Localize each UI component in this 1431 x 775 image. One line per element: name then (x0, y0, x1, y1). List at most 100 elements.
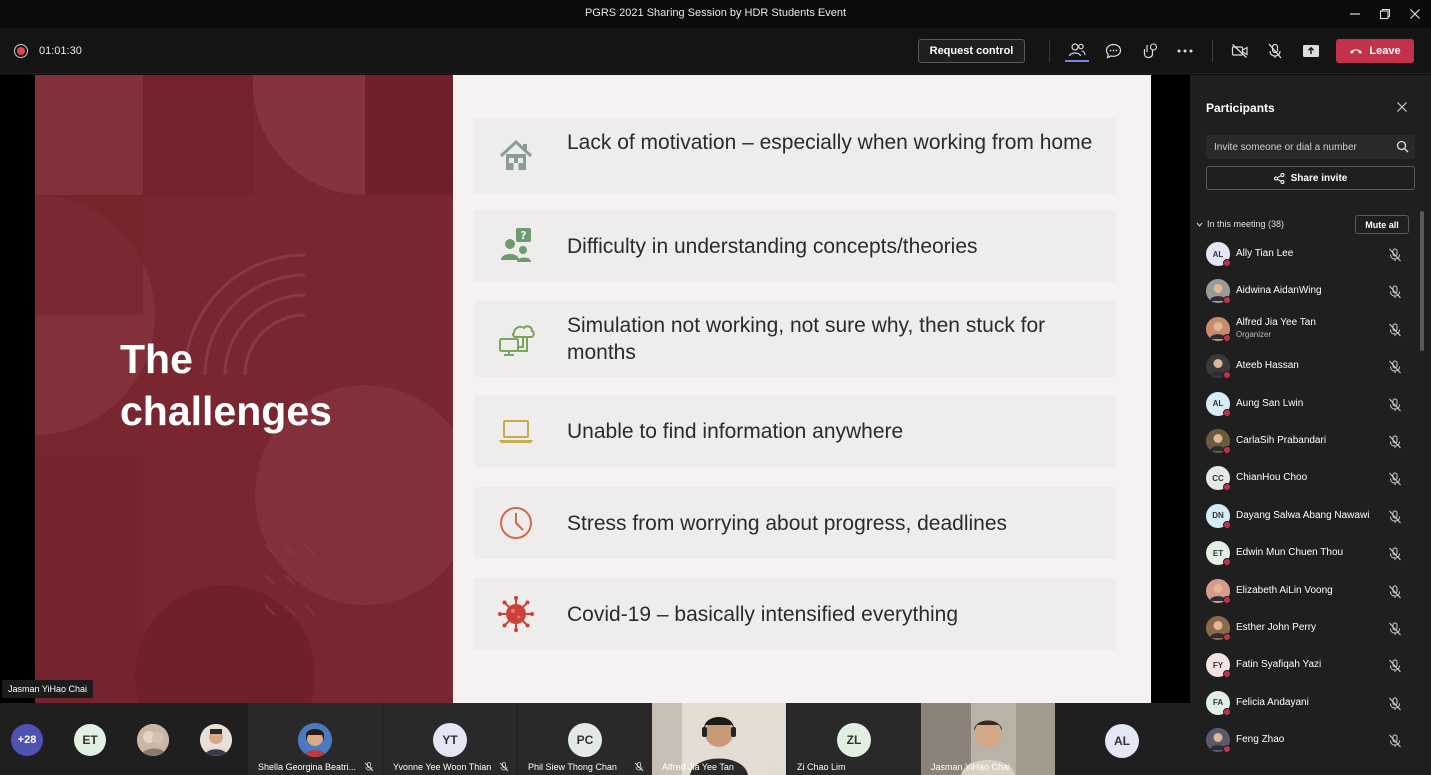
mic-off-icon[interactable] (1388, 398, 1402, 412)
camera-off-icon[interactable] (1228, 40, 1252, 62)
participant-row[interactable]: FY Fatin Syafiqah Yazi (1190, 648, 1422, 685)
mic-off-icon[interactable] (1263, 40, 1287, 62)
presence-status-icon (1223, 633, 1231, 641)
leave-button[interactable]: Leave (1336, 39, 1414, 63)
presence-status-icon (1223, 558, 1231, 567)
participant-row[interactable]: CC ChianHou Choo (1190, 461, 1422, 498)
slide-title-line: The (120, 336, 193, 382)
participant-avatar: PC (568, 723, 602, 757)
presentation-slide: The challenges Lack of motivation – espe… (35, 75, 1151, 703)
avatar-photo (200, 724, 232, 756)
participant-name: Elizabeth AiLin Voong (1236, 584, 1333, 596)
mic-off-icon[interactable] (1388, 585, 1402, 599)
restore-icon[interactable] (1371, 4, 1399, 24)
slide-title-line: challenges (120, 388, 332, 434)
participant-row[interactable]: Esther John Perry (1190, 611, 1422, 648)
panel-title: Participants (1206, 101, 1275, 115)
challenge-text: Lack of motivation – especially when wor… (567, 131, 1093, 154)
slide-content-panel: Lack of motivation – especially when wor… (453, 75, 1151, 703)
share-invite-button[interactable]: Share invite (1206, 166, 1415, 190)
participant-avatar[interactable]: ET (74, 724, 106, 756)
mic-off-icon[interactable] (1388, 360, 1402, 374)
participant-row[interactable]: CarlaSih Prabandari (1190, 424, 1422, 461)
participant-row[interactable]: Elizabeth AiLin Voong (1190, 574, 1422, 611)
mic-off-icon[interactable] (1388, 734, 1402, 748)
close-icon[interactable] (1401, 4, 1429, 24)
share-icon (1273, 172, 1285, 184)
video-tile[interactable]: YT Yvonne Yee Woon Thian (383, 703, 517, 775)
video-tile-name: Yvonne Yee Woon Thian (393, 762, 492, 772)
participant-avatar[interactable]: AL (1105, 724, 1139, 758)
participant-avatar[interactable] (200, 724, 232, 756)
presenter-name-tag: Jasman YiHao Chai (2, 680, 94, 698)
participant-row[interactable]: DN Dayang Salwa Abang Nawawi (1190, 499, 1422, 536)
recording-icon (14, 44, 28, 58)
question-people-icon: ? (501, 228, 531, 262)
participant-name: Ateeb Hassan (1236, 360, 1299, 372)
participant-avatar[interactable] (137, 724, 169, 756)
share-screen-icon[interactable] (1299, 40, 1323, 62)
challenge-text: Stress from worrying about progress, dea… (567, 512, 1008, 535)
mic-off-icon[interactable] (1388, 472, 1402, 486)
cloud-computer-icon (499, 325, 535, 356)
participant-row[interactable]: Ateeb Hassan (1190, 349, 1422, 386)
mic-off-icon[interactable] (1388, 659, 1402, 673)
participant-row[interactable]: FA Felicia Andayani (1190, 686, 1422, 723)
video-tile[interactable]: Jasman YiHao Chai (921, 703, 1055, 775)
challenge-item: Unable to find information anywhere (474, 395, 1116, 467)
more-options-icon[interactable] (1173, 40, 1197, 62)
video-tile[interactable]: Alfred Jia Yee Tan (652, 703, 786, 775)
participant-name: Edwin Mun Chuen Thou (1236, 547, 1344, 559)
svg-text:?: ? (520, 229, 526, 242)
chevron-down-icon (1196, 222, 1203, 227)
search-icon[interactable] (1396, 140, 1409, 153)
presence-status-icon (1223, 333, 1231, 342)
chat-icon[interactable] (1101, 40, 1125, 62)
participant-name: CarlaSih Prabandari (1236, 435, 1327, 446)
challenge-item: Covid-19 – basically intensified everyth… (474, 578, 1116, 650)
participants-panel: Participants Share invite In this meetin… (1190, 75, 1431, 775)
window-title: PGRS 2021 Sharing Session by HDR Student… (584, 7, 847, 19)
mic-off-icon[interactable] (1388, 248, 1402, 262)
in-meeting-header[interactable]: In this meeting (38) (1196, 219, 1284, 229)
toolbar-divider (1212, 40, 1213, 62)
shared-content-stage: The challenges Lack of motivation – espe… (0, 75, 1190, 703)
laptop-icon (499, 420, 533, 443)
participant-row[interactable]: AL Aung San Lwin (1190, 387, 1422, 424)
participant-row[interactable]: AL Ally Tian Lee (1190, 237, 1422, 274)
participant-avatar: YT (433, 723, 467, 757)
mic-off-icon[interactable] (1388, 547, 1402, 561)
mic-off-icon[interactable] (1388, 323, 1402, 337)
participant-name: Fatin Syafiqah Yazi (1236, 659, 1322, 671)
virus-icon (498, 596, 534, 632)
reactions-icon[interactable] (1137, 40, 1161, 62)
presence-status-icon (1223, 483, 1231, 492)
mic-off-icon[interactable] (1388, 285, 1402, 299)
challenge-text: Unable to find information anywhere (567, 420, 904, 443)
video-tile[interactable]: PC Phil Siew Thong Chan (518, 703, 652, 775)
presence-status-icon (1223, 408, 1231, 417)
video-tile[interactable]: ZL Zi Chao Lim (787, 703, 921, 775)
participant-row[interactable]: Alfred Jia Yee Tan Organizer (1190, 312, 1422, 349)
mic-off-icon[interactable] (1388, 622, 1402, 636)
slide-title-panel: The challenges (35, 75, 453, 703)
overflow-participants-button[interactable]: +28 (11, 724, 43, 756)
request-control-button[interactable]: Request control (918, 39, 1025, 63)
participant-role: Organizer (1236, 329, 1272, 339)
video-tile[interactable]: Shella Georgina Beatri... (248, 703, 382, 775)
participant-row[interactable]: ET Edwin Mun Chuen Thou (1190, 536, 1422, 573)
close-panel-icon[interactable] (1395, 101, 1409, 115)
participant-row[interactable]: Feng Zhao (1190, 723, 1422, 760)
mic-off-icon[interactable] (1388, 697, 1402, 711)
participant-avatar: ZL (837, 723, 871, 757)
mic-off-icon[interactable] (1388, 435, 1402, 449)
avatar-photo (298, 723, 332, 757)
mic-off-icon[interactable] (1388, 510, 1402, 524)
participant-row[interactable]: Aidwina AidanWing (1190, 274, 1422, 311)
participants-icon[interactable] (1065, 40, 1089, 62)
mute-all-button[interactable]: Mute all (1355, 215, 1409, 234)
invite-input[interactable] (1206, 135, 1415, 159)
minimize-icon[interactable] (1341, 4, 1369, 24)
panel-scrollbar[interactable] (1420, 211, 1424, 351)
avatar-photo (137, 724, 169, 756)
